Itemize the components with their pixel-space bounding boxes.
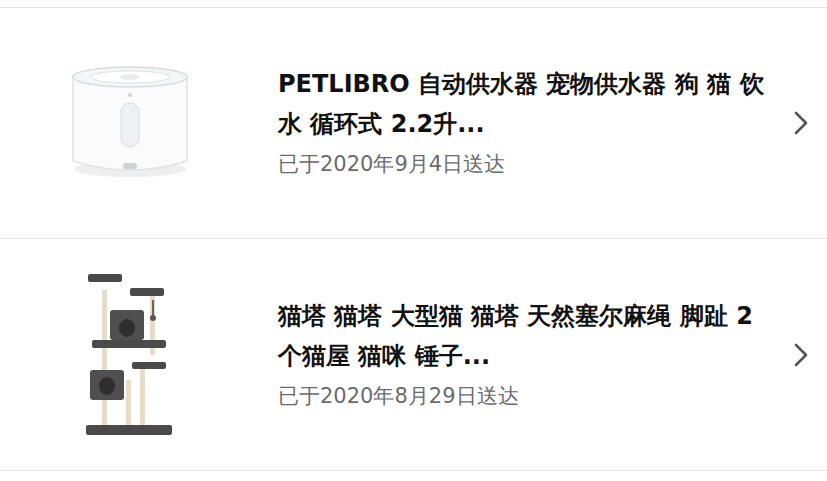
water-fountain-icon — [65, 63, 195, 183]
chevron-right-icon[interactable] — [793, 342, 809, 368]
product-image — [55, 63, 205, 183]
order-row[interactable]: PETLIBRO 自动供水器 宠物供水器 狗 猫 饮水 循环式 2.2升... … — [0, 7, 827, 239]
product-title[interactable]: PETLIBRO 自动供水器 宠物供水器 狗 猫 饮水 循环式 2.2升... — [278, 64, 773, 144]
delivery-status: 已于2020年9月4日送达 — [278, 146, 773, 182]
chevron-right-icon[interactable] — [793, 110, 809, 136]
order-info: 猫塔 猫塔 大型猫 猫塔 天然塞尔麻绳 脚趾 2个猫屋 猫咪 锤子... 已于2… — [278, 296, 793, 414]
product-image — [55, 270, 205, 440]
delivery-status: 已于2020年8月29日送达 — [278, 378, 773, 414]
order-info: PETLIBRO 自动供水器 宠物供水器 狗 猫 饮水 循环式 2.2升... … — [278, 64, 793, 182]
order-list: PETLIBRO 自动供水器 宠物供水器 狗 猫 饮水 循环式 2.2升... … — [0, 0, 827, 471]
order-row[interactable]: 猫塔 猫塔 大型猫 猫塔 天然塞尔麻绳 脚趾 2个猫屋 猫咪 锤子... 已于2… — [0, 239, 827, 471]
cat-tree-icon — [80, 270, 180, 440]
product-title[interactable]: 猫塔 猫塔 大型猫 猫塔 天然塞尔麻绳 脚趾 2个猫屋 猫咪 锤子... — [278, 296, 773, 376]
